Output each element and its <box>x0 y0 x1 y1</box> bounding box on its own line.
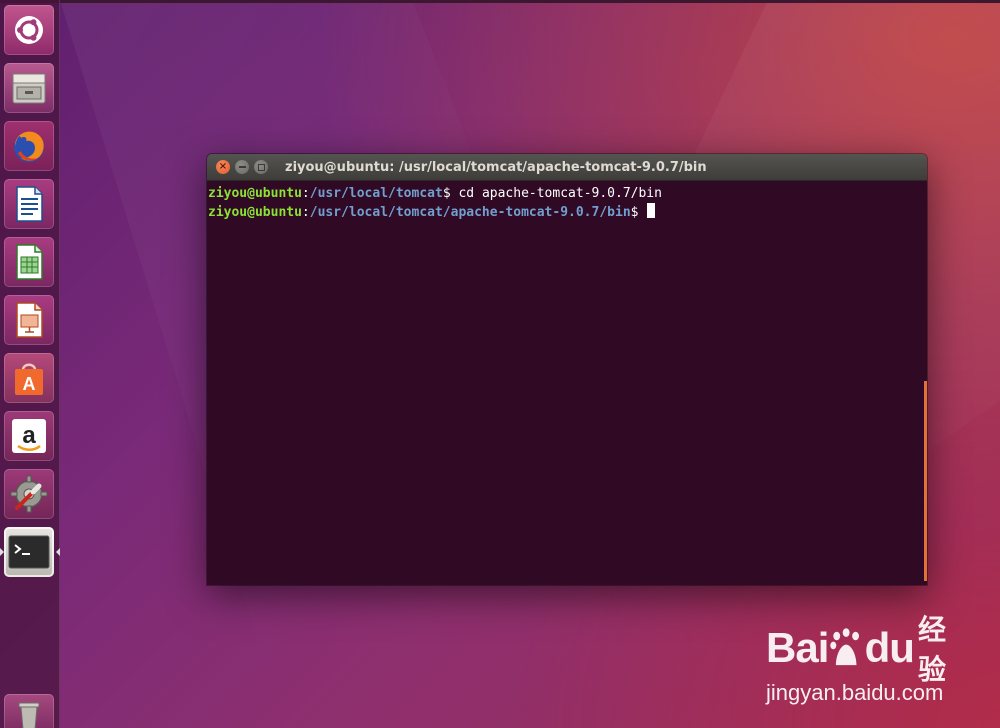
maximize-icon <box>257 163 265 171</box>
text-cursor <box>647 203 656 218</box>
launcher-item-trash[interactable] <box>4 694 54 728</box>
prompt-path: /usr/local/tomcat <box>309 186 443 201</box>
svg-text:A: A <box>23 374 36 394</box>
calc-spreadsheet-icon <box>16 244 43 280</box>
terminal-line: ziyou@ubuntu:/usr/local/tomcat$ cd apach… <box>208 185 927 203</box>
prompt-symbol: $ <box>630 205 647 220</box>
close-icon: × <box>218 161 228 172</box>
terminal-window[interactable]: × ziyou@ubuntu: /usr/local/tomcat/apache… <box>207 154 927 585</box>
launcher-item-impress[interactable] <box>4 295 54 345</box>
ubuntu-logo-icon <box>15 16 43 44</box>
software-bag-icon: A <box>15 363 43 395</box>
launcher-item-dash[interactable] <box>4 5 54 55</box>
terminal-icon <box>8 535 50 569</box>
window-title: ziyou@ubuntu: /usr/local/tomcat/apache-t… <box>285 159 707 175</box>
launcher-item-settings[interactable] <box>4 469 54 519</box>
window-minimize-button[interactable] <box>235 160 249 174</box>
svg-text:a: a <box>22 422 36 449</box>
command-text: cd apache-tomcat-9.0.7/bin <box>458 186 662 201</box>
watermark-url: jingyan.baidu.com <box>766 680 944 705</box>
terminal-line: ziyou@ubuntu:/usr/local/tomcat/apache-to… <box>208 203 927 222</box>
writer-document-icon <box>16 186 43 222</box>
launcher-item-files[interactable] <box>4 63 54 113</box>
trash-icon <box>18 702 40 728</box>
launcher-item-firefox[interactable] <box>4 121 54 171</box>
launcher-item-terminal[interactable] <box>4 527 54 577</box>
prompt-separator: : <box>301 205 310 220</box>
prompt-user: ziyou@ubuntu <box>208 186 302 201</box>
watermark-brand: Bai <box>766 624 829 671</box>
launcher-item-writer[interactable] <box>4 179 54 229</box>
baidu-watermark: Bai du 经验 jingyan.baidu.com <box>766 614 966 708</box>
terminal-content[interactable]: ziyou@ubuntu:/usr/local/tomcat$ cd apach… <box>207 181 927 585</box>
watermark-logo: Bai du 经验 <box>766 614 966 685</box>
launcher-item-software[interactable]: A <box>4 353 54 403</box>
window-maximize-button[interactable] <box>254 160 268 174</box>
watermark-cn: 经验 <box>917 614 946 685</box>
window-titlebar[interactable]: × ziyou@ubuntu: /usr/local/tomcat/apache… <box>207 154 927 181</box>
unity-launcher: A a <box>0 0 60 728</box>
window-close-button[interactable]: × <box>216 160 230 174</box>
firefox-icon <box>14 131 44 162</box>
watermark-brand-suffix: du <box>864 624 915 671</box>
impress-presentation-icon <box>16 302 43 338</box>
file-cabinet-icon <box>12 73 46 104</box>
settings-wrench-icon <box>10 475 48 513</box>
prompt-path: /usr/local/tomcat/apache-tomcat-9.0.7/bi… <box>309 205 631 220</box>
top-panel-edge <box>0 0 1000 3</box>
launcher-item-calc[interactable] <box>4 237 54 287</box>
terminal-scrollbar[interactable] <box>924 381 927 581</box>
minimize-icon <box>238 166 246 168</box>
focus-indicator <box>56 548 60 556</box>
prompt-symbol: $ <box>442 186 459 201</box>
paw-icon <box>830 628 860 666</box>
prompt-user: ziyou@ubuntu <box>208 205 302 220</box>
prompt-separator: : <box>301 186 310 201</box>
launcher-item-amazon[interactable]: a <box>4 411 54 461</box>
amazon-icon: a <box>12 419 46 453</box>
